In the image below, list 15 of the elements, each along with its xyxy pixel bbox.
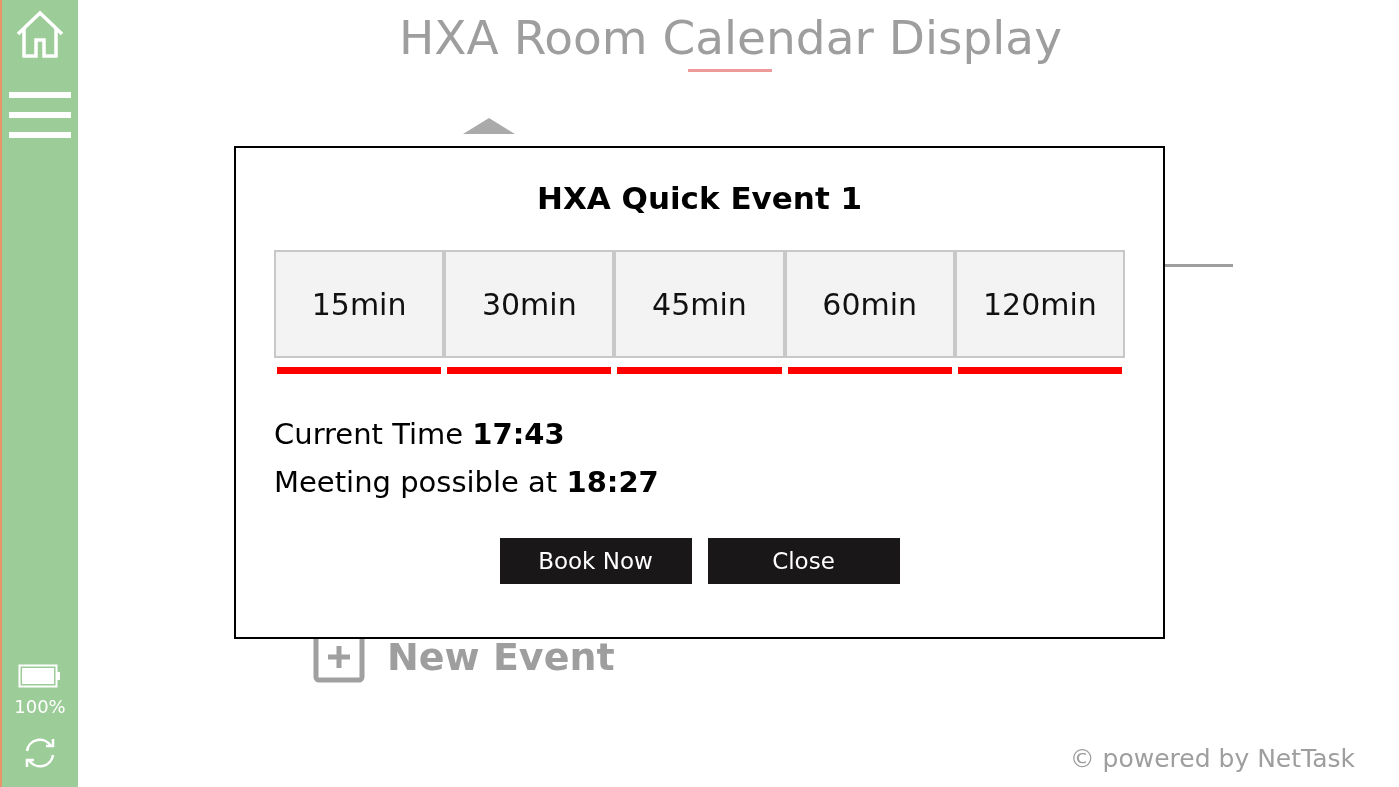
book-now-button[interactable]: Book Now: [499, 538, 692, 584]
duration-button[interactable]: 120min: [954, 250, 1125, 358]
duration-button[interactable]: 30min: [444, 250, 615, 358]
page-title: HXA Room Calendar Display: [398, 10, 1063, 65]
info-text: Current Time 17:43: [274, 416, 566, 453]
duration-button[interactable]: 45min: [614, 250, 785, 358]
footer-text: © powered by NetTask: [1069, 744, 1355, 773]
close-button[interactable]: Close: [707, 538, 900, 584]
duration-button[interactable]: 15min: [274, 250, 445, 358]
battery-level: 100%: [14, 696, 66, 717]
menu-icon[interactable]: [9, 92, 71, 138]
duration-button[interactable]: 60min: [784, 250, 955, 358]
dialog-title: HXA Quick Event 1: [535, 180, 864, 216]
battery-icon: [18, 664, 62, 688]
info-text: Meeting possible at 18:27: [274, 464, 660, 501]
